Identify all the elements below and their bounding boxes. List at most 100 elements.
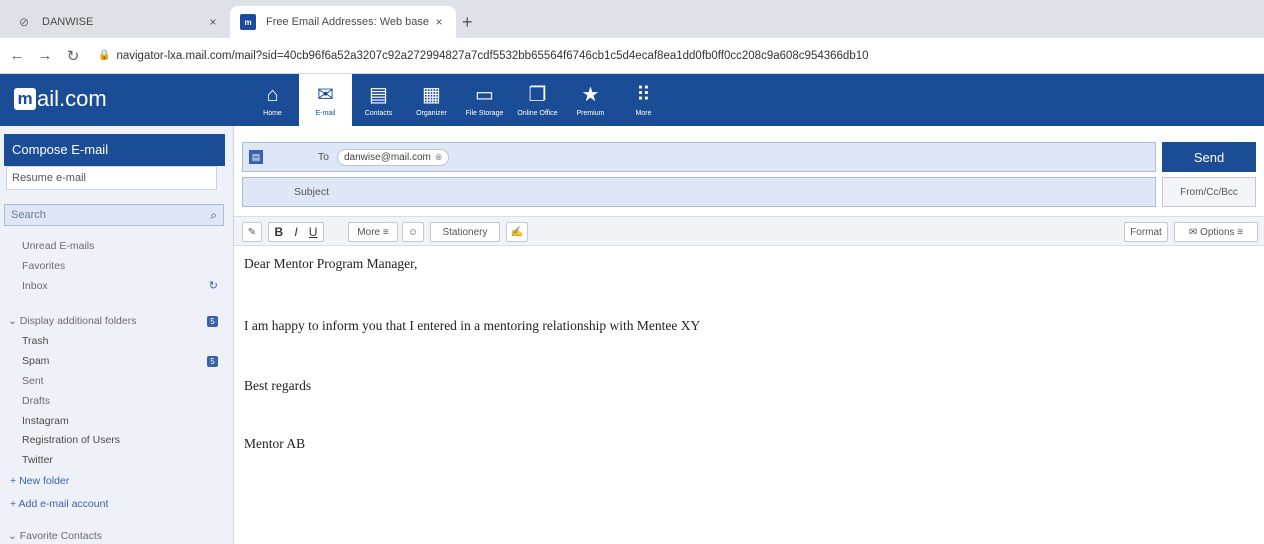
contacts-icon: ▤ (369, 83, 388, 106)
folder-sent[interactable]: Sent (22, 375, 218, 387)
nav-label: Home (263, 109, 282, 117)
nav-label: More (635, 109, 652, 117)
signature-icon[interactable]: ✍ (506, 222, 528, 242)
cloud-icon: ▭ (475, 83, 494, 106)
envelope-small-icon: ✉ (1188, 226, 1201, 238)
nav-organizer[interactable]: ▦ Organizer (405, 74, 458, 126)
subject-field-row[interactable]: Subject (242, 177, 1156, 207)
search-input[interactable]: Search ⌕ (4, 204, 224, 226)
body-line-greeting: Dear Mentor Program Manager, (244, 256, 418, 271)
body-line-message: I am happy to inform you that I entered … (244, 318, 701, 333)
recipient-address: danwise@mail.com (344, 151, 431, 163)
nav-label: Online Office (517, 109, 558, 117)
mailcom-favicon-icon: m (240, 14, 256, 30)
formatting-toolbar: ✎ B I U More ≡ ☺ Stationery ✍ Format ✉ O… (234, 216, 1264, 246)
search-icon[interactable]: ⌕ (210, 208, 217, 223)
folder-label: Registration of Users (22, 434, 121, 446)
bold-button[interactable]: B (275, 225, 284, 239)
back-arrow-icon[interactable]: ← (6, 47, 28, 64)
folder-twitter[interactable]: Twitter (22, 454, 218, 466)
folder-trash[interactable]: Trash (22, 335, 218, 347)
nav-label: File Storage (465, 109, 504, 117)
address-bar-row: ← → ↻ 🔒 navigator-lxa.mail.com/mail?sid=… (0, 38, 1264, 74)
folder-label: Trash (22, 335, 49, 347)
search-placeholder: Search (11, 209, 46, 221)
forward-arrow-icon[interactable]: → (34, 47, 56, 64)
top-navigation: ⌂ Home ✉ E-mail ▤ Contacts ▦ Organizer ▭… (246, 74, 670, 126)
nav-more[interactable]: ⠿ More (617, 74, 670, 126)
browser-tab-strip: ⊘ DANWISE × m Free Email Addresses: Web … (0, 0, 1264, 38)
folder-label: Favorites (22, 260, 66, 272)
compose-email-button[interactable]: Compose E-mail (4, 134, 225, 166)
message-body-editor[interactable]: Dear Mentor Program Manager, I am happy … (242, 256, 1252, 536)
folder-label: Instagram (22, 415, 69, 427)
nav-online-office[interactable]: ❐ Online Office (511, 74, 564, 126)
favorite-contacts-toggle[interactable]: ⌄ Favorite Contacts (8, 530, 218, 542)
resume-email-button[interactable]: Resume e-mail (6, 166, 217, 190)
nav-file-storage[interactable]: ▭ File Storage (458, 74, 511, 126)
home-icon: ⌂ (266, 83, 279, 106)
nav-premium[interactable]: ★ Premium (564, 74, 617, 126)
text-style-group: B I U (268, 222, 324, 242)
italic-button[interactable]: I (294, 225, 297, 239)
nav-email[interactable]: ✉ E-mail (299, 74, 352, 126)
body-line-closing: Best regards (244, 378, 312, 393)
options-label: Options ≡ (1200, 226, 1244, 238)
new-folder-link[interactable]: + New folder (10, 475, 69, 487)
globe-icon: ⊘ (18, 15, 30, 29)
nav-home[interactable]: ⌂ Home (246, 74, 299, 126)
app-header: m ail.com ⌂ Home ✉ E-mail ▤ Contacts ▦ O… (0, 74, 1264, 126)
url-text: navigator-lxa.mail.com/mail?sid=40cb96f6… (116, 49, 869, 62)
options-button[interactable]: ✉ Options ≡ (1174, 222, 1258, 242)
folder-inbox[interactable]: Inbox ↻ (22, 279, 218, 293)
link-label: New folder (19, 475, 70, 487)
sidebar: Compose E-mail Resume e-mail Search ⌕ Un… (0, 126, 234, 544)
add-email-account-link[interactable]: + Add e-mail account (10, 498, 108, 510)
envelope-icon: ✉ (317, 83, 334, 106)
pen-icon[interactable]: ✎ (242, 222, 262, 242)
folder-unread[interactable]: Unread E-mails (22, 240, 218, 252)
logo-text: ail.com (37, 86, 107, 111)
nav-contacts[interactable]: ▤ Contacts (352, 74, 405, 126)
folder-instagram[interactable]: Instagram (22, 415, 218, 427)
mailcom-logo[interactable]: m ail.com (14, 86, 107, 112)
folder-favorites[interactable]: Favorites (22, 260, 218, 272)
refresh-icon[interactable]: ↻ (209, 279, 218, 292)
send-button[interactable]: Send (1162, 142, 1256, 172)
emoji-icon[interactable]: ☺ (402, 222, 424, 242)
collapse-icon: ⌄ (8, 315, 20, 327)
reload-icon[interactable]: ↻ (62, 47, 84, 65)
collapse-icon: ⌄ (8, 530, 20, 542)
close-tab-icon[interactable]: × (206, 15, 220, 29)
folder-label: Spam (22, 355, 50, 367)
remove-recipient-icon[interactable]: ⊗ (435, 152, 443, 163)
body-line-signature: Mentor AB (244, 436, 306, 451)
lock-icon: 🔒 (98, 50, 111, 61)
tab-title: Free Email Addresses: Web base (266, 16, 430, 28)
recipient-chip[interactable]: danwise@mail.com ⊗ (337, 148, 450, 166)
folder-registration-of-users[interactable]: Registration of Users (22, 434, 218, 446)
count-badge: 5 (207, 315, 218, 327)
new-tab-button[interactable]: + (462, 12, 473, 33)
nav-label: Contacts (364, 109, 393, 117)
format-button[interactable]: Format (1124, 222, 1168, 242)
count-badge: 5 (207, 355, 218, 367)
browser-tab-mailcom[interactable]: m Free Email Addresses: Web base × (230, 6, 456, 38)
to-field-row[interactable]: ▤ To danwise@mail.com ⊗ (242, 142, 1156, 172)
url-field[interactable]: 🔒 navigator-lxa.mail.com/mail?sid=40cb96… (98, 43, 1256, 69)
compose-area: ▤ To danwise@mail.com ⊗ Subject Send Fro… (234, 126, 1264, 544)
folder-drafts[interactable]: Drafts (22, 395, 218, 407)
folder-label: Sent (22, 375, 44, 387)
display-additional-folders-toggle[interactable]: ⌄ Display additional folders 5 (8, 315, 218, 327)
from-cc-bcc-button[interactable]: From/Cc/Bcc (1162, 177, 1256, 207)
more-format-button[interactable]: More ≡ (348, 222, 398, 242)
nav-label: Organizer (416, 109, 447, 117)
close-tab-icon[interactable]: × (432, 15, 446, 29)
folder-spam[interactable]: Spam 5 (22, 355, 218, 367)
stationery-button[interactable]: Stationery (430, 222, 500, 242)
tab-title: DANWISE (42, 16, 94, 28)
browser-tab-danwise[interactable]: ⊘ DANWISE × (6, 6, 230, 38)
calendar-icon: ▦ (422, 83, 441, 106)
address-book-icon[interactable]: ▤ (249, 150, 263, 164)
underline-button[interactable]: U (309, 225, 318, 239)
